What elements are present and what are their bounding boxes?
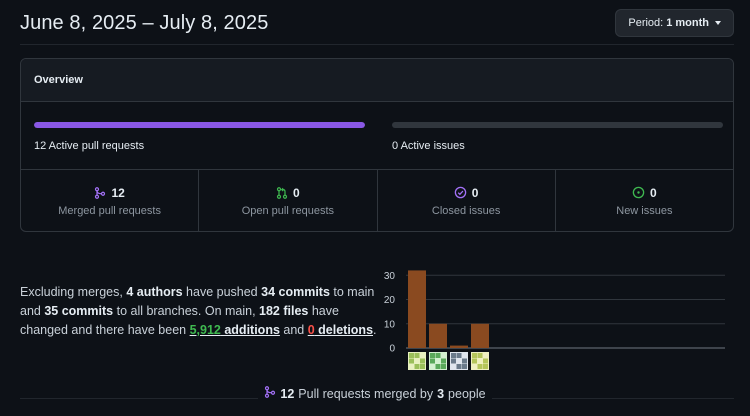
stat-open-prs[interactable]: 0 Open pull requests — [199, 170, 378, 231]
summary-text: Excluding merges, — [20, 285, 127, 299]
caret-down-icon — [715, 21, 721, 25]
stat-label: Open pull requests — [241, 204, 335, 217]
header-divider — [20, 44, 734, 45]
deletions-link[interactable]: 0 deletions — [308, 323, 373, 337]
additions-count: 5,912 — [189, 323, 221, 337]
y-tick-label: 20 — [384, 295, 396, 306]
summary-text: have pushed — [182, 285, 262, 299]
stat-label: Merged pull requests — [58, 204, 161, 217]
stat-count: 12 — [111, 185, 125, 200]
deletions-count: 0 — [307, 323, 315, 337]
overview-box: Overview 12 Active pull requests 0 Activ… — [20, 58, 734, 232]
issue-closed-icon — [454, 186, 467, 199]
stat-merged-prs[interactable]: 12 Merged pull requests — [21, 170, 200, 231]
overview-header: Overview — [21, 59, 733, 102]
period-value: 1 month — [666, 17, 709, 29]
summary-text: to all branches. On main, — [113, 304, 260, 318]
author-avatar[interactable] — [471, 352, 489, 370]
merged-count: 12 — [280, 386, 295, 401]
author-avatar[interactable] — [429, 352, 447, 370]
stat-count: 0 — [293, 185, 300, 200]
files-count: 182 files — [259, 304, 309, 318]
merged-text: Pull requests merged by — [298, 386, 434, 401]
commit-summary: Excluding merges, 4 authors have pushed … — [20, 283, 380, 340]
stat-label: Closed issues — [431, 204, 501, 217]
stats-row: 12 Merged pull requests 0 Open pull requ… — [21, 170, 733, 231]
y-tick-label: 30 — [384, 271, 396, 282]
people-count: 3 — [437, 386, 445, 401]
merged-prs-summary[interactable]: 12 Pull requests merged by 3 people — [0, 386, 750, 401]
additions-link[interactable]: 5,912 additions — [190, 323, 280, 337]
commits-by-author-chart: 30 20 10 0 — [384, 270, 725, 370]
chart-bar[interactable] — [408, 270, 426, 348]
active-prs-link[interactable]: 12 Active pull requests — [34, 140, 144, 152]
chart-bar[interactable] — [429, 323, 447, 348]
stat-count: 0 — [471, 185, 479, 200]
git-merge-icon — [94, 186, 106, 199]
pr-progress-fill — [34, 122, 365, 128]
pr-progress-bar — [34, 122, 365, 128]
issue-opened-icon — [632, 186, 645, 199]
period-prefix: Period: — [628, 17, 664, 29]
commits-main-count: 34 commits — [261, 285, 330, 299]
authors-count: 4 authors — [126, 285, 183, 299]
author-avatar[interactable] — [450, 352, 468, 370]
y-tick-label: 10 — [384, 319, 396, 330]
chart-bar[interactable] — [471, 323, 489, 348]
summary-text: . — [373, 323, 377, 337]
activity-bars: 12 Active pull requests 0 Active issues — [21, 102, 733, 170]
y-tick-label: 0 — [389, 344, 395, 355]
page-title: June 8, 2025 – July 8, 2025 — [20, 12, 269, 34]
issues-progress-bar — [392, 122, 723, 128]
stat-count: 0 — [650, 185, 657, 200]
period-dropdown-button[interactable]: Period: 1 month — [615, 9, 734, 37]
stat-closed-issues[interactable]: 0 Closed issues — [378, 170, 556, 231]
commits-all-count: 35 commits — [44, 304, 114, 318]
git-merge-icon — [264, 386, 276, 401]
people-word: people — [448, 386, 486, 401]
stat-label: New issues — [616, 204, 673, 217]
active-issues-link[interactable]: 0 Active issues — [392, 140, 465, 152]
git-pull-request-icon — [276, 186, 288, 199]
overview-title: Overview — [34, 74, 83, 86]
summary-text: and — [279, 323, 308, 337]
stat-new-issues[interactable]: 0 New issues — [556, 170, 733, 231]
additions-word: additions — [220, 323, 280, 337]
author-avatar[interactable] — [408, 352, 426, 370]
deletions-word: deletions — [314, 323, 374, 337]
chart-bar[interactable] — [450, 345, 468, 348]
